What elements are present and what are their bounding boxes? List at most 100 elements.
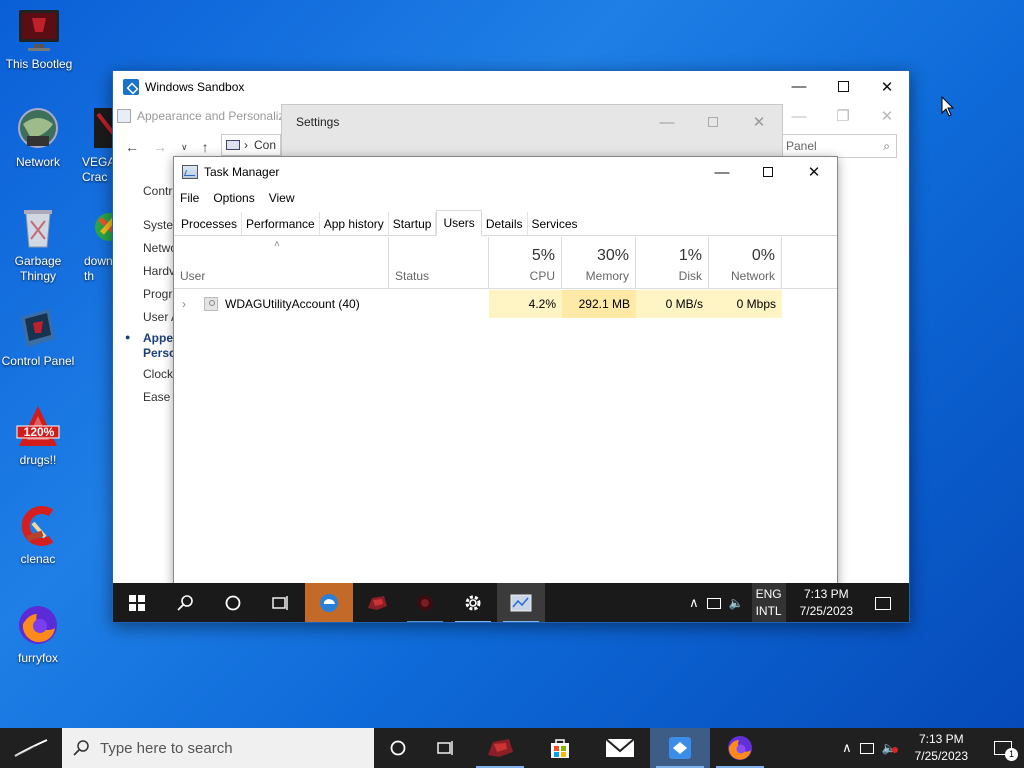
network-icon[interactable] — [859, 742, 874, 754]
column-status[interactable]: Status — [389, 237, 489, 289]
gear-icon — [465, 595, 481, 611]
tm-close-button[interactable]: ✕ — [791, 157, 837, 187]
taskbar-mail[interactable] — [590, 728, 650, 768]
desktop-icon-network[interactable]: Network — [0, 106, 76, 170]
taskbar-sandbox[interactable] — [650, 728, 710, 768]
volume-muted-icon[interactable]: 🔈 — [882, 741, 898, 755]
search-field[interactable]: Panel ⌕ — [781, 134, 897, 158]
column-network[interactable]: 0% Network — [709, 237, 782, 289]
tab-details[interactable]: Details — [482, 212, 528, 235]
tab-processes[interactable]: Processes — [177, 212, 243, 235]
address-text: Con — [254, 138, 277, 152]
clock-time: 7:13 PM — [918, 732, 964, 746]
column-cpu[interactable]: 5% CPU — [489, 237, 562, 289]
cp-close-button[interactable]: ✕ — [865, 102, 909, 130]
column-user[interactable]: ˄ User — [174, 237, 389, 289]
network-icon[interactable] — [706, 597, 721, 609]
column-headers: ˄ User Status 5% CPU 30% Memory 1% Disk — [174, 237, 837, 289]
cortana-button[interactable] — [209, 583, 257, 622]
task-manager-icon — [182, 165, 198, 179]
red-app-icon — [368, 596, 387, 610]
cp-restore-button[interactable]: ❐ — [821, 102, 865, 130]
tab-users[interactable]: Users — [436, 210, 482, 236]
taskbar-task-manager[interactable] — [497, 583, 545, 622]
column-disk[interactable]: 1% Disk — [636, 237, 709, 289]
minimize-button[interactable]: — — [777, 71, 821, 102]
network-percent: 0% — [751, 247, 775, 264]
task-view-button[interactable] — [422, 728, 470, 768]
clock[interactable]: 7:13 PM 7/25/2023 — [905, 731, 978, 765]
notification-icon[interactable]: 1 — [994, 741, 1018, 761]
cp-minimize-button[interactable]: — — [777, 102, 821, 130]
ccleaner-icon — [15, 503, 61, 549]
tab-services[interactable]: Services — [528, 212, 582, 235]
task-view-button[interactable] — [257, 583, 305, 622]
sandbox-icon — [123, 78, 139, 95]
sandbox-titlebar[interactable]: Windows Sandbox — ✕ — [113, 71, 909, 102]
taskbar-edge[interactable] — [305, 583, 353, 622]
menu-options[interactable]: Options — [213, 191, 254, 205]
tm-minimize-button[interactable]: — — [699, 157, 745, 187]
taskbar-app-red[interactable] — [353, 583, 401, 622]
settings-maximize-button[interactable] — [690, 105, 736, 139]
tm-maximize-button[interactable] — [745, 157, 791, 187]
clock[interactable]: 7:13 PM 7/25/2023 — [794, 586, 859, 620]
menu-view[interactable]: View — [269, 191, 295, 205]
taskbar-store[interactable] — [530, 728, 590, 768]
desktop-icon-label: Control Panel — [1, 354, 75, 368]
chevron-right-icon[interactable]: › — [182, 290, 186, 318]
dark-app-icon — [417, 595, 433, 611]
sandbox-window[interactable]: Windows Sandbox — ✕ Appearance and Perso… — [112, 70, 910, 623]
start-button[interactable] — [0, 728, 62, 768]
tab-startup[interactable]: Startup — [389, 212, 437, 235]
control-panel-home-link[interactable]: Contr — [143, 184, 172, 198]
chevron-up-icon[interactable]: ∧ — [689, 595, 699, 611]
desktop-icon-clenac[interactable]: clenac — [0, 503, 76, 567]
sandbox-desktop: Appearance and Personaliza ← → ∨ ↑ › Con… — [113, 102, 909, 622]
cortana-button[interactable] — [374, 728, 422, 768]
maximize-button[interactable] — [821, 71, 865, 102]
up-arrow-icon[interactable]: ↑ — [202, 139, 209, 155]
desktop-icon-this-bootleg[interactable]: This Bootleg — [1, 8, 77, 72]
close-button[interactable]: ✕ — [865, 71, 909, 102]
chevron-up-icon[interactable]: ∧ — [842, 740, 852, 756]
language-indicator[interactable]: ENG INTL — [751, 583, 786, 622]
desktop-icon-furryfox[interactable]: furryfox — [0, 602, 76, 666]
taskbar-settings[interactable] — [449, 583, 497, 622]
settings-minimize-button[interactable]: — — [644, 105, 690, 139]
start-button[interactable] — [113, 583, 161, 622]
recent-chevron-icon[interactable]: ∨ — [181, 142, 188, 153]
menu-file[interactable]: File — [180, 191, 199, 205]
search-placeholder: Panel — [786, 139, 817, 153]
notification-icon[interactable] — [875, 596, 891, 610]
taskbar-firefox[interactable] — [710, 728, 770, 768]
tab-performance[interactable]: Performance — [242, 212, 320, 235]
search-box[interactable]: Type here to search — [62, 728, 374, 768]
cp-link-appearance[interactable]: Appea Perso — [125, 329, 180, 363]
computer-icon — [16, 8, 62, 54]
forward-arrow-icon[interactable]: → — [153, 139, 167, 155]
tab-app-history[interactable]: App history — [320, 212, 389, 235]
desktop-icon-control-panel[interactable]: Control Panel — [0, 305, 76, 369]
taskbar: Type here to search ∧ 🔈 7:13 PM 7/25/202… — [0, 728, 1024, 768]
desktop-icon-label: Network — [15, 155, 60, 169]
folder-icon — [226, 140, 240, 150]
task-manager-window[interactable]: Task Manager — ✕ File Options View Proce… — [173, 156, 838, 588]
taskbar-app-dark[interactable] — [401, 583, 449, 622]
table-row[interactable]: › WDAGUtilityAccount (40) 4.2% 292.1 MB … — [174, 290, 837, 318]
clock-date: 7/25/2023 — [799, 604, 853, 618]
taskbar-app-red[interactable] — [470, 728, 530, 768]
user-memory: 292.1 MB — [562, 290, 636, 318]
desktop-icon-garbage-thingy[interactable]: Garbage Thingy — [0, 205, 76, 284]
volume-icon[interactable]: 🔈 — [729, 596, 744, 610]
user-icon — [204, 297, 218, 311]
settings-window[interactable]: Settings — ✕ — [281, 104, 783, 164]
desktop-icon-drugs[interactable]: 120% drugs!! — [0, 404, 76, 468]
search-button[interactable] — [161, 583, 209, 622]
memory-label: Memory — [585, 269, 629, 283]
back-arrow-icon[interactable]: ← — [125, 139, 139, 155]
settings-close-button[interactable]: ✕ — [736, 105, 782, 139]
address-bar[interactable]: › Con — [221, 134, 281, 156]
column-memory[interactable]: 30% Memory — [562, 237, 636, 289]
windows-logo-icon — [129, 595, 145, 611]
